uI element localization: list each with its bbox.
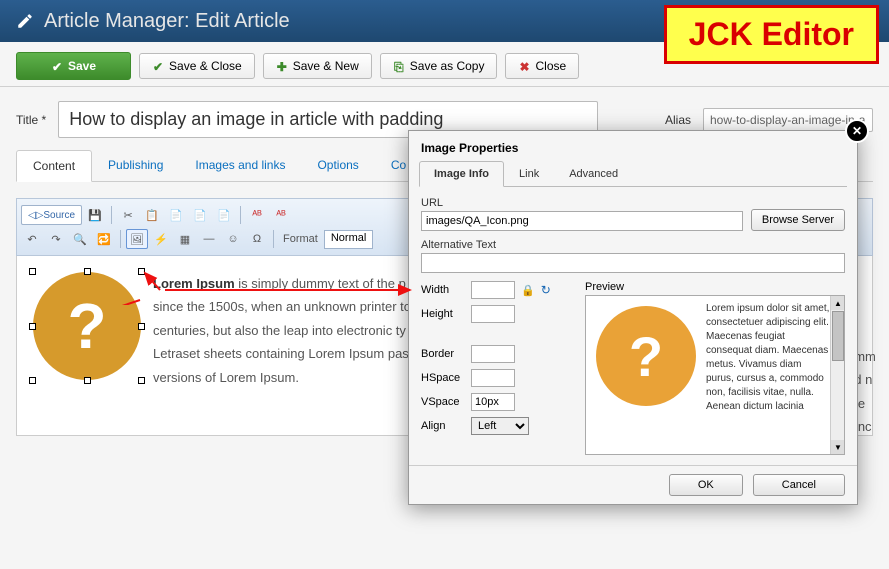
separator bbox=[273, 230, 274, 248]
height-input[interactable] bbox=[471, 305, 515, 323]
redo-icon[interactable]: ↷ bbox=[45, 229, 67, 249]
hspace-label: HSpace bbox=[421, 372, 465, 384]
cancel-button[interactable]: Cancel bbox=[753, 474, 845, 496]
lock-icon[interactable] bbox=[521, 283, 535, 297]
page-title: Article Manager: Edit Article bbox=[44, 10, 290, 33]
question-icon: ? bbox=[596, 306, 696, 406]
paste-word-icon[interactable]: 📄 bbox=[213, 205, 235, 225]
replace-icon[interactable]: 🔁 bbox=[93, 229, 115, 249]
alias-label: Alias bbox=[665, 113, 691, 127]
annotation-badge: JCK Editor bbox=[664, 5, 879, 64]
scroll-up-icon[interactable]: ▲ bbox=[831, 296, 845, 310]
spellcheck-icon[interactable]: ᴬᴮ bbox=[246, 205, 268, 225]
smiley-icon[interactable]: ☺ bbox=[222, 229, 244, 249]
height-label: Height bbox=[421, 308, 465, 320]
tab-options[interactable]: Options bbox=[301, 150, 374, 181]
title-label: Title * bbox=[16, 113, 46, 127]
pencil-icon bbox=[16, 12, 34, 30]
save-close-button[interactable]: Save & Close bbox=[139, 53, 255, 79]
tab-link[interactable]: Link bbox=[504, 161, 554, 187]
border-label: Border bbox=[421, 348, 465, 360]
find-icon[interactable]: 🔍 bbox=[69, 229, 91, 249]
close-button[interactable]: Close bbox=[505, 53, 579, 79]
width-label: Width bbox=[421, 284, 465, 296]
url-label: URL bbox=[421, 197, 743, 209]
undo-icon[interactable]: ↶ bbox=[21, 229, 43, 249]
preview-panel: Preview ? Lorem ipsum dolor sit amet, co… bbox=[585, 281, 845, 455]
save-button[interactable]: Save bbox=[16, 52, 131, 80]
image-icon[interactable]: 🖼 bbox=[126, 229, 148, 249]
format-label: Format bbox=[279, 233, 322, 245]
border-input[interactable] bbox=[471, 345, 515, 363]
preview-frame: ? Lorem ipsum dolor sit amet, consectetu… bbox=[585, 295, 845, 455]
save-new-button[interactable]: Save & New bbox=[263, 53, 372, 79]
tab-content[interactable]: Content bbox=[16, 150, 92, 182]
plus-icon bbox=[276, 60, 288, 72]
dimensions-panel: Width Height Border HSpace bbox=[421, 281, 571, 455]
vspace-label: VSpace bbox=[421, 396, 465, 408]
spellcheck2-icon[interactable]: ᴬᴮ bbox=[270, 205, 292, 225]
scrollbar[interactable]: ▲ ▼ bbox=[830, 296, 844, 454]
flash-icon[interactable]: ⚡ bbox=[150, 229, 172, 249]
table-icon[interactable]: ▦ bbox=[174, 229, 196, 249]
ok-button[interactable]: OK bbox=[669, 474, 743, 496]
dialog-title: Image Properties bbox=[409, 131, 857, 161]
browse-server-button[interactable]: Browse Server bbox=[751, 209, 845, 231]
width-input[interactable] bbox=[471, 281, 515, 299]
vspace-input[interactable] bbox=[471, 393, 515, 411]
alt-input[interactable] bbox=[421, 253, 845, 273]
paste-text-icon[interactable]: 📄 bbox=[189, 205, 211, 225]
copy-icon bbox=[393, 60, 405, 72]
source-button[interactable]: ◁▷ Source bbox=[21, 205, 82, 225]
specialchar-icon[interactable]: Ω bbox=[246, 229, 268, 249]
copy-icon[interactable]: 📋 bbox=[141, 205, 163, 225]
cut-icon[interactable]: ✂ bbox=[117, 205, 139, 225]
save-icon[interactable]: 💾 bbox=[84, 205, 106, 225]
paste-icon[interactable]: 📄 bbox=[165, 205, 187, 225]
selection-handles[interactable] bbox=[29, 268, 145, 384]
image-properties-dialog: ✕ Image Properties Image Info Link Advan… bbox=[408, 130, 858, 505]
alt-label: Alternative Text bbox=[421, 239, 845, 251]
hspace-input[interactable] bbox=[471, 369, 515, 387]
dialog-tabs: Image Info Link Advanced bbox=[419, 161, 847, 187]
align-select[interactable]: Left bbox=[471, 417, 529, 435]
tab-image-info[interactable]: Image Info bbox=[419, 161, 504, 187]
dialog-body: URL Browse Server Alternative Text Width… bbox=[409, 187, 857, 465]
scroll-down-icon[interactable]: ▼ bbox=[831, 440, 845, 454]
tab-publishing[interactable]: Publishing bbox=[92, 150, 179, 181]
save-copy-button[interactable]: Save as Copy bbox=[380, 53, 498, 79]
format-select[interactable]: Normal bbox=[324, 230, 373, 249]
url-input[interactable] bbox=[421, 211, 743, 231]
hr-icon[interactable]: — bbox=[198, 229, 220, 249]
align-label: Align bbox=[421, 420, 465, 432]
separator bbox=[111, 206, 112, 224]
separator bbox=[120, 230, 121, 248]
scroll-thumb[interactable] bbox=[832, 311, 844, 361]
dialog-footer: OK Cancel bbox=[409, 465, 857, 504]
dialog-close-button[interactable]: ✕ bbox=[845, 119, 869, 143]
close-icon bbox=[518, 60, 530, 72]
separator bbox=[240, 206, 241, 224]
check-icon bbox=[51, 60, 63, 72]
selected-image[interactable]: ? bbox=[33, 272, 141, 380]
tab-advanced[interactable]: Advanced bbox=[554, 161, 633, 187]
reset-icon[interactable] bbox=[541, 283, 551, 297]
check-icon bbox=[152, 60, 164, 72]
preview-label: Preview bbox=[585, 281, 845, 293]
tab-images-links[interactable]: Images and links bbox=[179, 150, 301, 181]
